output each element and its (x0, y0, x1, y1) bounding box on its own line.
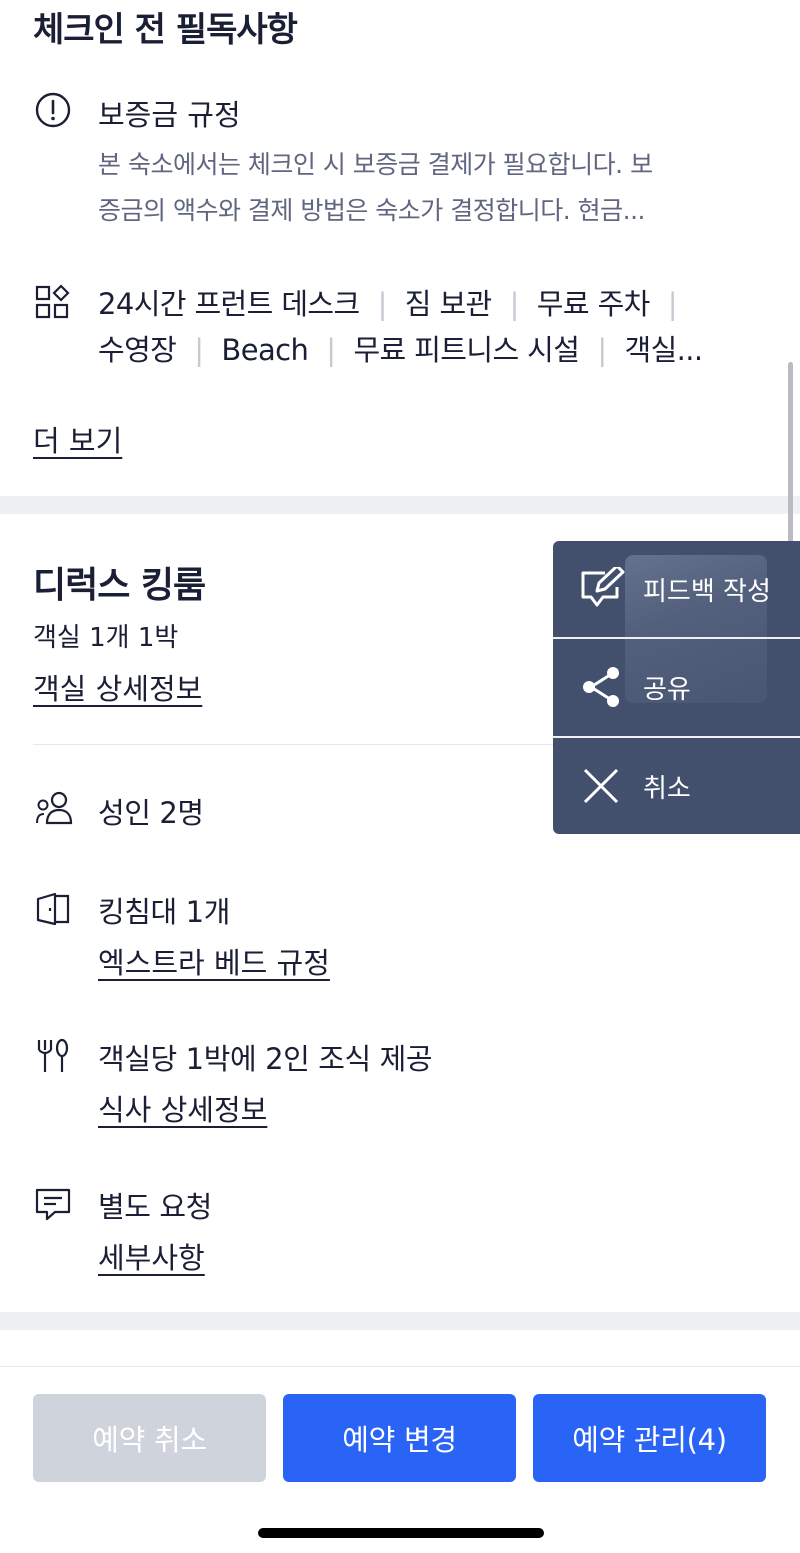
special-request-title: 별도 요청 (98, 1190, 212, 1224)
amenity-separator: | (509, 287, 520, 321)
fork-knife-icon (35, 1038, 71, 1074)
bed-door-icon (35, 891, 71, 927)
deposit-policy-description: 본 숙소에서는 체크인 시 보증금 결제가 필요합니다. 보 증금의 액수와 결… (98, 142, 758, 234)
amenities-grid-icon (35, 284, 71, 320)
extra-bed-policy-link[interactable]: 엑스트라 베드 규정 (98, 940, 330, 982)
amenity-separator: | (667, 287, 678, 321)
feedback-label: 피드백 작성 (643, 577, 771, 607)
bed-type: 킹침대 1개 (98, 895, 230, 929)
share-label: 공유 (643, 675, 691, 705)
floating-action-menu: 피드백 작성 공유 취소 (553, 541, 800, 834)
guests-icon (35, 790, 73, 826)
feedback-button[interactable]: 피드백 작성 (553, 541, 800, 637)
section-divider (0, 1312, 800, 1330)
cancel-booking-button[interactable]: 예약 취소 (33, 1394, 266, 1482)
message-icon (35, 1186, 71, 1222)
home-indicator (258, 1528, 544, 1538)
close-menu-button[interactable]: 취소 (553, 738, 800, 834)
deposit-desc-line: 증금의 액수와 결제 방법은 숙소가 결정합니다. 현금... (98, 196, 645, 225)
booking-detail-page: 체크인 전 필독사항 보증금 규정 본 숙소에서는 체크인 시 보증금 결제가 … (0, 0, 800, 1553)
share-icon (579, 665, 625, 713)
amenity-separator: | (194, 333, 204, 367)
edit-feedback-icon (579, 564, 625, 613)
amenities-list: 24시간 프런트 데스크 | 짐 보관 | 무료 주차 | 수영장 | Beach | 무료 피트… (98, 281, 778, 373)
amenity-item: 수영장 (98, 333, 177, 367)
close-label: 취소 (643, 774, 691, 804)
guest-count: 성인 2명 (98, 796, 204, 830)
change-booking-button[interactable]: 예약 변경 (283, 1394, 516, 1482)
amenity-item: 무료 주차 (536, 287, 651, 321)
amenity-separator: | (326, 333, 336, 367)
meal-info: 객실당 1박에 2인 조식 제공 (98, 1042, 433, 1076)
bottom-action-bar: 예약 취소 예약 변경 예약 관리(4) (0, 1366, 800, 1553)
amenities-line: 수영장 | Beach | 무료 피트니스 시설 | 객실... (98, 327, 778, 373)
amenity-separator: | (377, 287, 388, 321)
amenity-item: 24시간 프런트 데스크 (98, 287, 360, 321)
request-detail-link[interactable]: 세부사항 (98, 1235, 205, 1277)
room-count: 객실 1개 1박 (33, 623, 179, 653)
manage-booking-button[interactable]: 예약 관리(4) (533, 1394, 766, 1482)
room-name: 디럭스 킹룸 (33, 565, 206, 606)
room-detail-link[interactable]: 객실 상세정보 (33, 666, 202, 708)
share-button[interactable]: 공유 (553, 639, 800, 735)
exclamation-circle-icon (35, 92, 71, 128)
section-divider (0, 496, 800, 514)
amenity-separator: | (597, 333, 607, 367)
section-title: 체크인 전 필독사항 (33, 10, 298, 50)
see-more-link[interactable]: 더 보기 (33, 418, 122, 460)
amenity-item: 객실... (624, 333, 704, 367)
amenity-item: 짐 보관 (404, 287, 492, 321)
deposit-desc-line: 본 숙소에서는 체크인 시 보증금 결제가 필요합니다. 보 (98, 150, 653, 179)
amenities-line: 24시간 프런트 데스크 | 짐 보관 | 무료 주차 | (98, 281, 778, 327)
amenity-item: Beach (221, 333, 309, 367)
close-icon (579, 764, 623, 812)
deposit-policy-title: 보증금 규정 (98, 98, 241, 132)
meal-detail-link[interactable]: 식사 상세정보 (98, 1087, 267, 1129)
amenity-item: 무료 피트니스 시설 (353, 333, 580, 367)
